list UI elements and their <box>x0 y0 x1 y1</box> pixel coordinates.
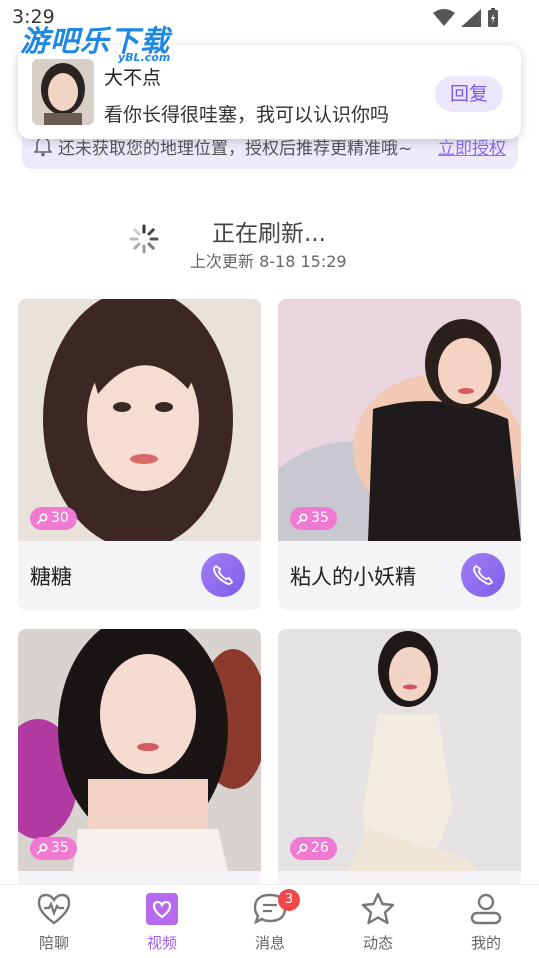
reply-button[interactable]: 回复 <box>435 76 503 112</box>
profile-photo <box>278 629 521 871</box>
age-value: 35 <box>51 840 69 856</box>
bottom-tab-bar: 陪聊 视频 消息 动态 我的 <box>0 884 539 958</box>
female-icon <box>36 842 48 855</box>
watermark-sub: yBL.com <box>118 51 171 64</box>
refresh-header: 正在刷新... 上次更新 8-18 15:29 <box>0 210 539 274</box>
phone-icon <box>473 564 494 585</box>
profile-photo <box>18 299 261 541</box>
tab-chat-companion[interactable]: 陪聊 <box>0 885 108 958</box>
female-icon <box>36 512 48 525</box>
tab-messages[interactable]: 消息 <box>216 885 324 958</box>
phone-icon <box>213 564 234 585</box>
tab-profile[interactable]: 我的 <box>432 885 539 958</box>
signal-icon <box>461 9 481 27</box>
loading-spinner-icon <box>129 224 159 254</box>
age-badge: 30 <box>30 507 77 530</box>
star-icon <box>360 891 396 927</box>
profile-name: 糖糖 <box>30 565 72 589</box>
tab-moments[interactable]: 动态 <box>324 885 432 958</box>
female-icon <box>296 842 308 855</box>
age-badge: 26 <box>290 837 337 860</box>
profile-photo <box>278 299 521 541</box>
video-heart-icon <box>144 891 180 927</box>
sender-name: 大不点 <box>104 67 162 89</box>
age-badge: 35 <box>290 507 337 530</box>
video-call-button[interactable] <box>201 553 245 597</box>
message-preview: 看你长得很哇塞，我可以认识你吗 <box>104 104 390 126</box>
heart-pulse-icon <box>36 891 72 927</box>
tab-video[interactable]: 视频 <box>108 885 216 958</box>
age-value: 26 <box>311 840 329 856</box>
status-icons <box>433 8 499 28</box>
wifi-icon <box>433 9 455 26</box>
bell-icon <box>34 137 52 157</box>
refresh-title: 正在刷新... <box>212 221 326 247</box>
tab-label: 陪聊 <box>38 934 69 952</box>
age-value: 35 <box>311 510 329 526</box>
age-value: 30 <box>51 510 69 526</box>
unread-count-badge: 3 <box>278 889 300 911</box>
profile-card[interactable]: 30 糖糖 <box>18 299 261 610</box>
tab-label: 我的 <box>470 934 501 952</box>
age-badge: 35 <box>30 837 77 860</box>
profile-card[interactable]: 35 粘人的小妖精 <box>278 299 521 610</box>
refresh-time: 上次更新 8-18 15:29 <box>190 252 347 271</box>
tab-label: 视频 <box>146 934 177 952</box>
avatar <box>32 59 94 125</box>
battery-icon <box>488 8 498 27</box>
tab-label: 动态 <box>362 934 393 952</box>
tab-label: 消息 <box>254 934 285 952</box>
profile-name: 粘人的小妖精 <box>290 565 416 589</box>
user-icon <box>468 891 504 927</box>
video-call-button[interactable] <box>461 553 505 597</box>
profile-photo <box>18 629 261 871</box>
female-icon <box>296 512 308 525</box>
